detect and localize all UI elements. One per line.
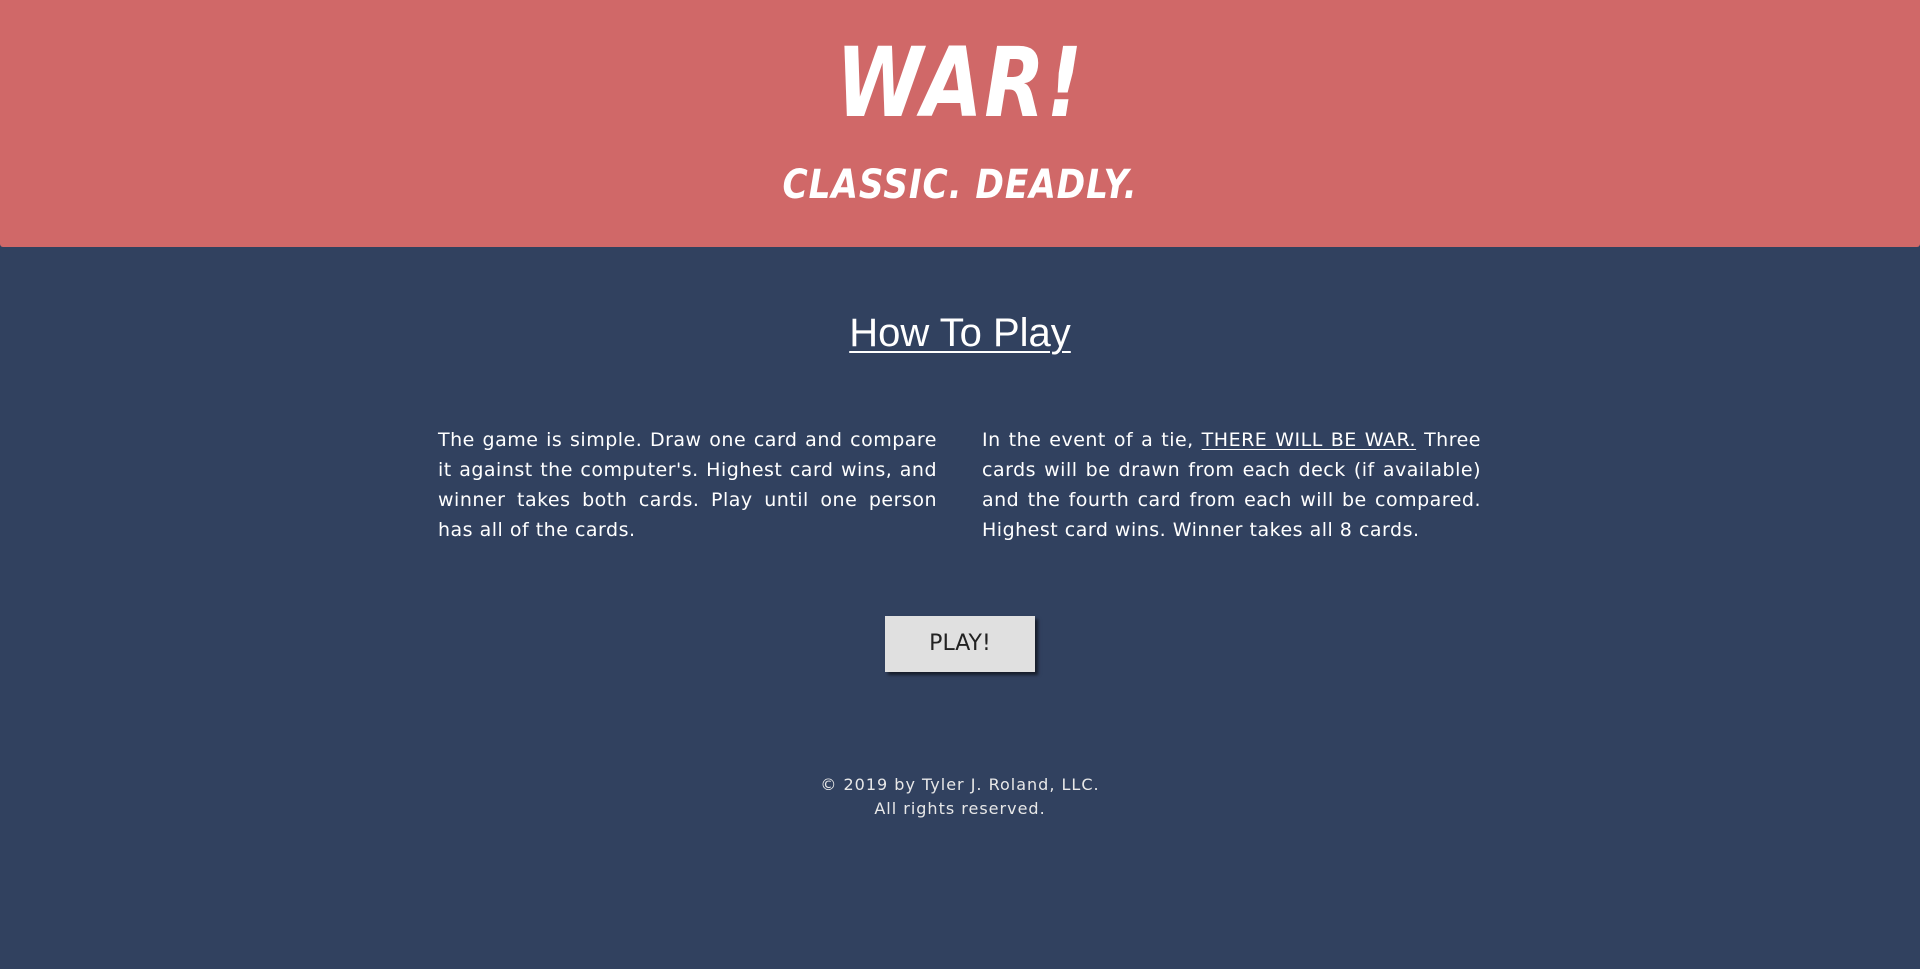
how-to-play-heading: How To Play <box>849 311 1071 355</box>
footer: © 2019 by Tyler J. Roland, LLC. All righ… <box>0 773 1920 821</box>
rules-paragraph-tie: In the event of a tie, THERE WILL BE WAR… <box>982 425 1481 545</box>
war-emphasis: THERE WILL BE WAR. <box>1201 429 1417 451</box>
rules-paragraph-basic: The game is simple. Draw one card and co… <box>438 429 937 541</box>
rights-text: All rights reserved. <box>874 799 1046 818</box>
war-logo: WAR! <box>835 27 1085 139</box>
copyright-text: © 2019 by Tyler J. Roland, LLC. <box>820 775 1100 794</box>
tagline: CLASSIC. DEADLY. <box>782 162 1138 208</box>
site-header: WAR! CLASSIC. DEADLY. <box>0 0 1920 247</box>
play-button[interactable]: PLAY! <box>885 616 1035 672</box>
tie-rule-prefix: In the event of a tie, <box>982 429 1202 451</box>
